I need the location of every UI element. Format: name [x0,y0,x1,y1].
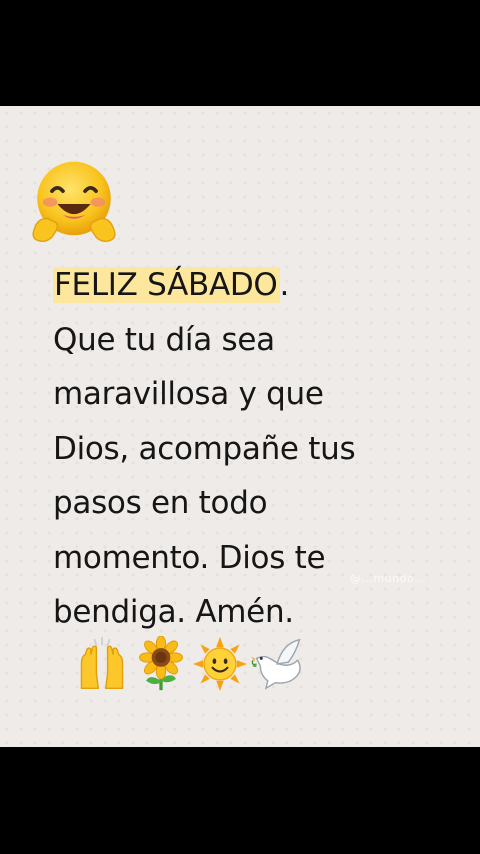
sun-with-face-icon [192,636,248,692]
message-line: Que tu día sea [53,321,275,358]
message-line: Dios, acompañe tus [53,430,356,467]
top-letterbox [0,0,480,106]
raising-hands-icon [80,636,124,689]
sunflower-icon [139,636,183,691]
hugging-face-icon [32,161,116,242]
message-line: pasos en todo [53,485,268,521]
headline-highlight: FELIZ SÁBADO [53,267,280,303]
headline-period: . [279,267,290,303]
emoji-row [74,636,307,696]
greeting-card: FELIZ SÁBADO. Que tu día sea maravillosa… [0,106,480,747]
message-line: bendiga. Amén. [53,594,294,630]
watermark: @...mundo... [350,572,427,585]
bottom-letterbox [0,747,480,854]
dove-icon [251,638,301,690]
message-line: maravillosa y que [53,376,324,412]
